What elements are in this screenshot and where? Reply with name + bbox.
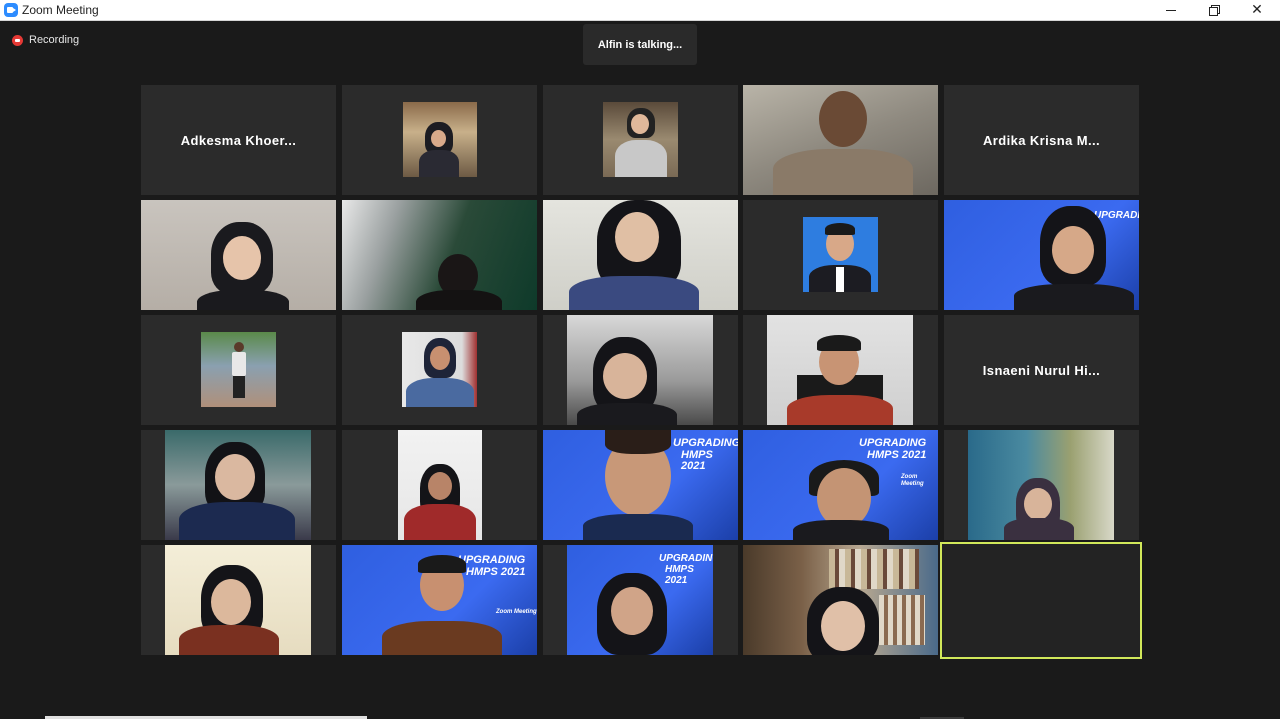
minimize-icon: [1166, 9, 1176, 11]
participant-video: UPGRADING: [944, 200, 1139, 310]
participant-tile[interactable]: UPGRADING HMPS 2021: [543, 545, 738, 655]
participant-tile[interactable]: [543, 200, 738, 310]
participant-tile[interactable]: [743, 315, 938, 425]
banner-subtitle: HMPS 2021: [867, 449, 927, 461]
active-speaker-tile[interactable]: [940, 542, 1142, 659]
recording-indicator[interactable]: Recording: [12, 34, 79, 46]
participant-tile[interactable]: [141, 200, 336, 310]
participant-tile[interactable]: [342, 85, 537, 195]
participant-video: [543, 200, 738, 310]
banner-subtitle: HMPS 2021: [466, 566, 526, 578]
window-titlebar: Zoom Meeting ✕: [0, 0, 1280, 21]
minimize-button[interactable]: [1149, 0, 1193, 20]
participant-tile[interactable]: [342, 430, 537, 540]
participant-tile[interactable]: [743, 85, 938, 195]
banner-title: UPGRADING: [1094, 210, 1139, 221]
banner-title: UPGRADING: [673, 437, 738, 449]
banner-subtitle: HMPS 2021: [681, 449, 713, 472]
participant-video: [201, 332, 276, 407]
participant-video: UPGRADING HMPS 2021 Zoom Meeting: [342, 545, 537, 655]
close-icon: ✕: [1251, 2, 1263, 18]
recording-icon: [12, 34, 23, 46]
participant-video: [141, 200, 336, 310]
participant-tile[interactable]: [543, 315, 738, 425]
banner-title: UPGRADING: [659, 553, 713, 564]
participant-video: UPGRADING HMPS 2021: [543, 430, 738, 540]
active-speaker-indicator: Alfin is talking...: [583, 24, 697, 65]
participant-video: [767, 315, 913, 425]
participant-video: [743, 545, 938, 655]
participant-video: [165, 545, 311, 655]
participant-video: [342, 200, 537, 310]
close-button[interactable]: ✕: [1235, 0, 1279, 20]
banner-title: UPGRADING: [458, 554, 526, 566]
participant-tile[interactable]: [743, 545, 938, 655]
participant-tile[interactable]: UPGRADING HMPS 2021: [543, 430, 738, 540]
participant-tile[interactable]: Adkesma Khoer...: [141, 85, 336, 195]
participant-video: UPGRADING HMPS 2021 Zoom Meeting: [743, 430, 938, 540]
participant-tile[interactable]: [141, 315, 336, 425]
participant-tile[interactable]: [342, 200, 537, 310]
participant-video: [968, 430, 1114, 540]
participant-video: [567, 315, 713, 425]
participant-video: [603, 102, 678, 177]
restore-icon: [1209, 5, 1220, 16]
participant-tile[interactable]: Isnaeni Nurul Hi...: [944, 315, 1139, 425]
participant-tile[interactable]: UPGRADING HMPS 2021 Zoom Meeting: [342, 545, 537, 655]
participant-video: UPGRADING HMPS 2021: [567, 545, 713, 655]
banner-subtitle: HMPS 2021: [665, 564, 694, 586]
participant-video: [165, 430, 311, 540]
participant-tile[interactable]: Ardika Krisna M...: [944, 85, 1139, 195]
participant-tile[interactable]: [743, 200, 938, 310]
recording-label: Recording: [29, 34, 80, 46]
banner-caption: Zoom Meeting: [901, 474, 924, 487]
restore-button[interactable]: [1192, 0, 1236, 20]
participant-tile[interactable]: UPGRADING: [944, 200, 1139, 310]
participant-tile[interactable]: UPGRADING HMPS 2021 Zoom Meeting: [743, 430, 938, 540]
participant-video: [403, 102, 477, 177]
participant-name: Adkesma Khoer...: [180, 132, 297, 148]
participant-tile[interactable]: [944, 430, 1139, 540]
participant-video: [743, 85, 938, 195]
participant-video: [803, 217, 878, 292]
participant-video: [398, 430, 482, 540]
participant-tile[interactable]: [342, 315, 537, 425]
zoom-app-icon: [4, 3, 18, 17]
window-title: Zoom Meeting: [22, 3, 99, 17]
participant-name: Isnaeni Nurul Hi...: [982, 362, 1101, 378]
participant-video: [402, 332, 477, 407]
participant-tile[interactable]: [141, 545, 336, 655]
participant-tile[interactable]: [141, 430, 336, 540]
banner-title: UPGRADING: [859, 437, 927, 449]
participant-name: Ardika Krisna M...: [982, 132, 1100, 148]
participant-tile[interactable]: [543, 85, 738, 195]
banner-caption: Zoom Meeting: [496, 609, 537, 615]
